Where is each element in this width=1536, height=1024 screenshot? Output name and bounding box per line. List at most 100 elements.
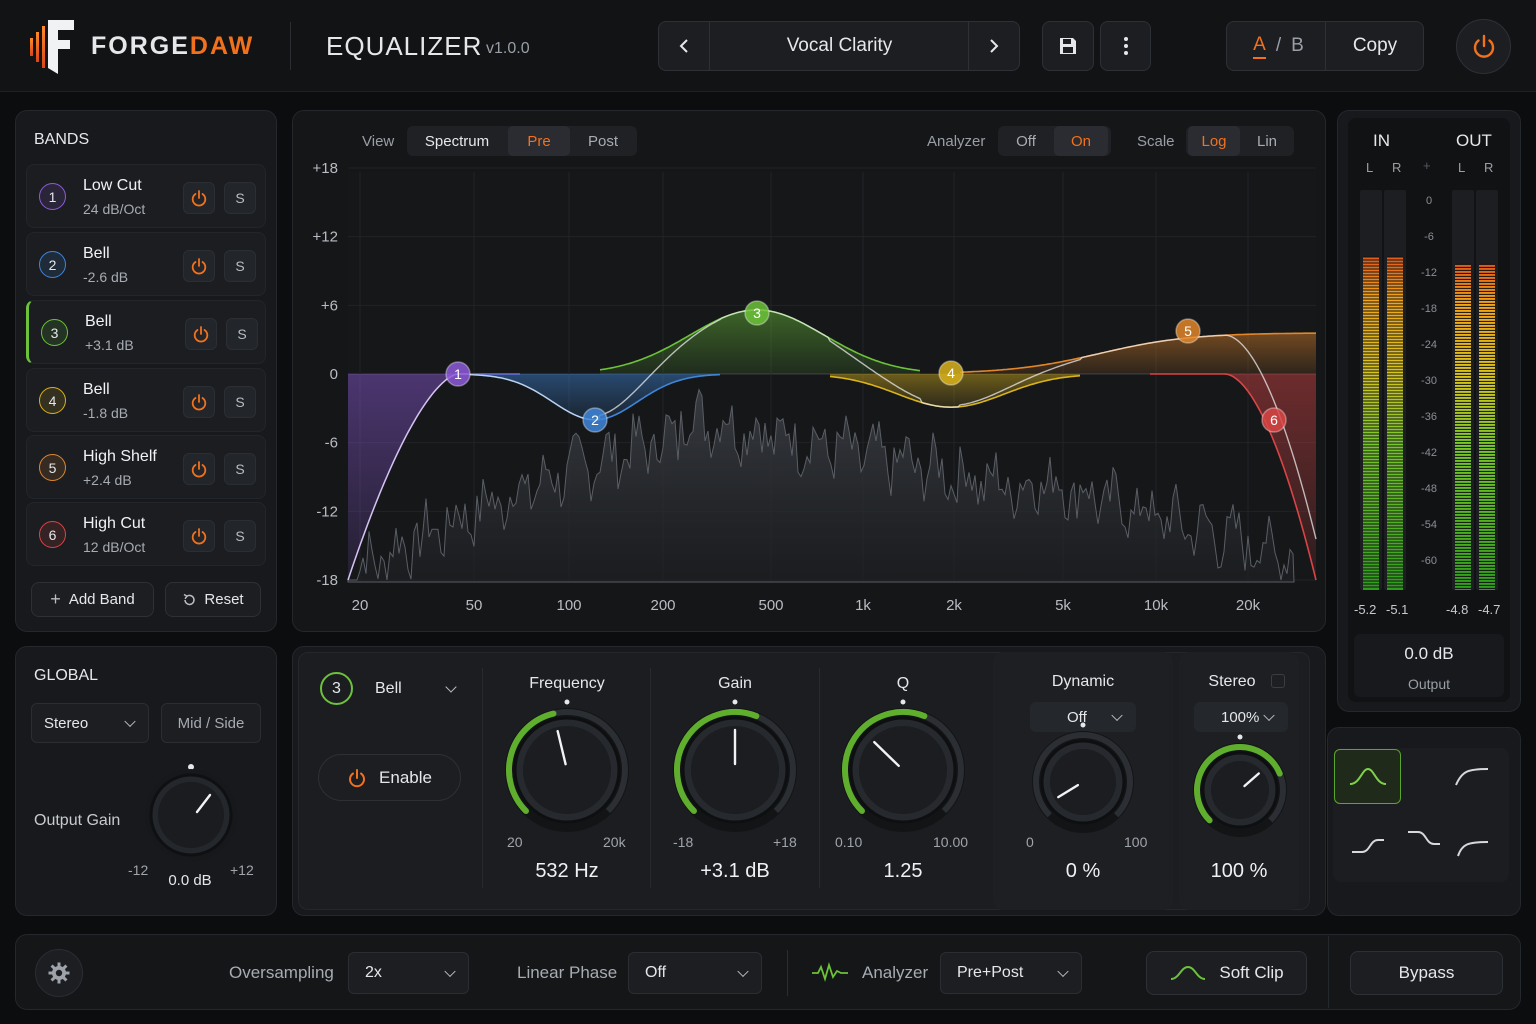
view-pre-toggle[interactable]: Pre	[508, 126, 570, 156]
forgedaw-logo-icon	[30, 20, 74, 74]
footer-analyzer-select[interactable]: Pre+Post	[940, 952, 1082, 994]
band-power-button[interactable]	[183, 453, 215, 485]
band-number-badge: 5	[39, 454, 66, 481]
eq-curve-display[interactable]: +18 +12 +6 0 -6 -12 -18 20 50 100 200 500 1k 2k 5k 10k 2…	[300, 160, 1320, 622]
chevron-down-icon	[124, 715, 136, 728]
bell-filter-icon	[1349, 767, 1386, 785]
analyzer-label: Analyzer	[927, 133, 986, 150]
band-solo-button[interactable]: S	[224, 250, 256, 282]
band-number-badge: 3	[41, 319, 68, 346]
dynamic-knob[interactable]	[1032, 722, 1134, 834]
meter-in-r-peak: -5.1	[1386, 602, 1409, 617]
enable-label: Enable	[379, 767, 432, 787]
channel-mode-value: Stereo	[44, 714, 89, 732]
preset-next-button[interactable]	[968, 22, 1019, 70]
band-node-4[interactable]: 4	[938, 360, 964, 386]
band-power-button[interactable]	[183, 386, 215, 418]
stereo-value: 100 %	[1210, 860, 1268, 882]
q-knob[interactable]	[841, 699, 965, 833]
mid-side-toggle[interactable]: Mid / Side	[161, 703, 261, 743]
bypass-button[interactable]: Bypass	[1350, 951, 1503, 995]
analyzer-off-toggle[interactable]: Off	[1000, 126, 1052, 156]
band-solo-button[interactable]: S	[224, 386, 256, 418]
band-node-1[interactable]: 1	[445, 361, 471, 387]
view-post-toggle[interactable]: Post	[572, 126, 634, 156]
band-item-2[interactable]: 2 Bell -2.6 dB S	[26, 232, 266, 296]
chevron-down-icon	[444, 965, 456, 978]
svg-text:2: 2	[591, 412, 599, 428]
filter-type-highcut-button[interactable]	[1454, 834, 1494, 860]
band-enable-button[interactable]: Enable	[318, 754, 461, 801]
band-node-6[interactable]: 6	[1261, 407, 1287, 433]
power-icon	[191, 258, 207, 275]
filter-type-lowcut-button[interactable]	[1452, 763, 1492, 791]
save-button[interactable]	[1042, 21, 1094, 71]
band-solo-button[interactable]: S	[224, 182, 256, 214]
filter-type-bell-button[interactable]	[1334, 749, 1401, 804]
y-axis-tick-label: -12	[316, 503, 338, 520]
channel-mode-select[interactable]: Stereo	[31, 703, 149, 743]
soft-clip-button[interactable]: Soft Clip	[1146, 951, 1307, 995]
meter-in-l-label: L	[1366, 160, 1374, 175]
band-item-4[interactable]: 4 Bell -1.8 dB S	[26, 368, 266, 432]
band-item-1[interactable]: 1 Low Cut 24 dB/Oct S	[26, 164, 266, 228]
oversampling-value: 2x	[365, 964, 382, 981]
power-icon	[191, 394, 207, 411]
copy-button[interactable]: Copy	[1327, 22, 1423, 70]
band-type-select[interactable]: Bell	[375, 680, 402, 698]
filter-type-lowshelf-button[interactable]	[1348, 832, 1388, 858]
view-spectrum-toggle[interactable]: Spectrum	[413, 126, 501, 156]
power-icon	[1473, 34, 1494, 58]
band-solo-button[interactable]: S	[226, 318, 258, 350]
scale-log-toggle[interactable]: Log	[1188, 126, 1240, 156]
level-meters: 0 -6 -12 -18 -24 -30 -36 -42 -48 -54 -60	[1360, 190, 1498, 590]
linear-phase-select[interactable]: Off	[628, 952, 762, 994]
plus-icon: +	[50, 589, 61, 609]
y-axis-tick-label: 0	[330, 366, 338, 383]
gain-knob[interactable]	[673, 699, 797, 833]
stereo-knob[interactable]	[1193, 734, 1287, 838]
dynamic-title: Dynamic	[1051, 673, 1115, 690]
band-node-2[interactable]: 2	[582, 407, 608, 433]
svg-text:3: 3	[753, 305, 761, 321]
band-node-5[interactable]: 5	[1175, 318, 1201, 344]
band-power-button[interactable]	[183, 250, 215, 282]
add-band-button[interactable]: + Add Band	[31, 582, 154, 617]
output-gain-knob[interactable]	[138, 760, 244, 866]
band-solo-button[interactable]: S	[224, 520, 256, 552]
band-power-button[interactable]	[183, 520, 215, 552]
y-axis-tick-label: -6	[325, 435, 338, 452]
scale-lin-toggle[interactable]: Lin	[1242, 126, 1292, 156]
selected-band-number: 3	[320, 672, 353, 705]
stereo-link-icon[interactable]	[1271, 674, 1285, 688]
x-axis-tick-label: 50	[466, 597, 483, 614]
preset-name[interactable]: Vocal Clarity	[711, 22, 968, 70]
filter-type-highshelf-button[interactable]	[1404, 826, 1444, 852]
band-solo-button[interactable]: S	[224, 453, 256, 485]
band-item-5[interactable]: 5 High Shelf +2.4 dB S	[26, 435, 266, 499]
frequency-knob[interactable]	[505, 699, 629, 833]
analyzer-on-toggle[interactable]: On	[1054, 126, 1108, 156]
meter-in-l-peak: -5.2	[1354, 602, 1377, 617]
plugin-power-button[interactable]	[1456, 19, 1511, 74]
band-item-6[interactable]: 6 High Cut 12 dB/Oct S	[26, 502, 266, 566]
band-node-3[interactable]: 3	[744, 300, 770, 326]
svg-text:5: 5	[1184, 323, 1192, 339]
soft-clip-label: Soft Clip	[1219, 963, 1284, 982]
settings-button[interactable]	[35, 949, 83, 997]
band-name: Bell	[83, 245, 110, 262]
oversampling-select[interactable]: 2x	[348, 952, 469, 994]
ab-toggle[interactable]: A / B	[1232, 22, 1326, 70]
ab-b[interactable]: B	[1291, 35, 1304, 57]
reset-button[interactable]: Reset	[165, 582, 261, 617]
add-band-label: Add Band	[68, 591, 135, 608]
output-gain-label: Output Gain	[34, 812, 121, 829]
band-value: +2.4 dB	[83, 472, 132, 488]
band-power-button[interactable]	[185, 318, 217, 350]
band-power-button[interactable]	[183, 182, 215, 214]
preset-prev-button[interactable]	[659, 22, 710, 70]
ab-a[interactable]: A	[1253, 34, 1266, 59]
divider	[290, 22, 291, 70]
more-menu-button[interactable]	[1100, 21, 1151, 71]
band-item-3[interactable]: 3 Bell +3.1 dB S	[26, 300, 266, 364]
